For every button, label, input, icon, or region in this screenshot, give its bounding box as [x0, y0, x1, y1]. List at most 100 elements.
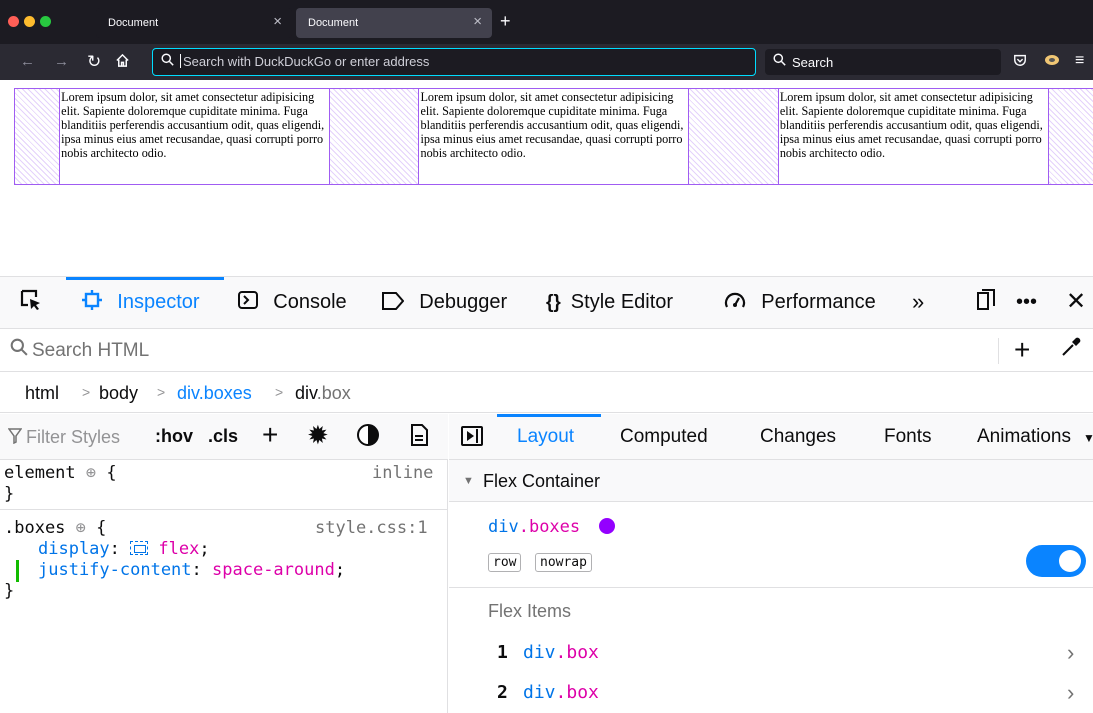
toggle-sidebar-icon[interactable]	[461, 426, 483, 446]
rule-close-brace: }	[4, 581, 15, 601]
eyedropper-icon[interactable]	[1060, 336, 1082, 365]
tab-performance[interactable]: Performance	[724, 289, 876, 316]
flexbox-overlay-toggle[interactable]	[1026, 545, 1086, 577]
add-rule-icon[interactable]: +	[262, 419, 278, 451]
filter-styles-input[interactable]: Filter Styles	[26, 427, 144, 448]
flex-container-header[interactable]: ▼ Flex Container	[449, 460, 1093, 502]
search-bar[interactable]: Search	[765, 49, 1001, 75]
changed-declaration-marker	[16, 560, 19, 582]
minimize-window-button[interactable]	[24, 16, 35, 27]
breadcrumb-div-box[interactable]: div.box	[295, 383, 351, 404]
tab-fonts[interactable]: Fonts	[884, 426, 932, 448]
chevron-down-icon[interactable]: ▼	[1083, 431, 1093, 445]
browser-tab-active[interactable]: Document ×	[296, 8, 492, 38]
item-selector: div.box	[523, 642, 599, 663]
rules-toolbar: Filter Styles :hov .cls + ✹	[0, 414, 448, 460]
flex-container-boxes: Lorem ipsum dolor, sit amet consectetur …	[14, 88, 1093, 185]
breadcrumb: html > body > div.boxes > div.box	[0, 373, 1093, 413]
breadcrumb-div-boxes[interactable]: div.boxes	[177, 383, 252, 404]
search-input[interactable]: Search	[792, 55, 833, 70]
search-html-input[interactable]: Search HTML	[32, 340, 149, 362]
extension-icon[interactable]	[1044, 53, 1060, 70]
chevron-right-icon: >	[157, 384, 166, 400]
pocket-icon[interactable]	[1013, 53, 1027, 70]
back-arrow-icon[interactable]: ←	[20, 53, 35, 71]
home-icon[interactable]	[115, 53, 130, 73]
list-item[interactable]: 2 div.box ›	[449, 674, 1093, 713]
toggle-pseudo-classes-button[interactable]: :hov	[155, 426, 193, 447]
active-tab-indicator	[497, 414, 601, 417]
devtools-panel: Inspector Console Debugger {} Style Edito…	[0, 276, 1093, 713]
flex-container-row: div.boxes row nowrap	[449, 502, 1093, 588]
rule-gear-icon: ⊕	[75, 518, 86, 538]
forward-arrow-icon[interactable]: →	[54, 53, 69, 71]
tab-debugger[interactable]: Debugger	[382, 289, 507, 316]
address-input[interactable]: Search with DuckDuckGo or enter address	[180, 54, 429, 69]
chevron-right-icon: >	[82, 384, 91, 400]
zoom-window-button[interactable]	[40, 16, 51, 27]
inspector-icon	[82, 290, 107, 313]
dock-side-icon[interactable]	[976, 289, 996, 318]
item-number: 1	[497, 642, 508, 663]
highlight-color-swatch[interactable]	[599, 518, 615, 534]
tab-title: Document	[308, 17, 359, 29]
address-bar[interactable]: Search with DuckDuckGo or enter address	[152, 48, 756, 76]
filter-icon	[7, 428, 23, 449]
browser-titlebar: Document × Document × +	[0, 0, 1093, 44]
flexbox-highlighter-icon[interactable]	[130, 541, 149, 555]
search-icon	[773, 53, 786, 69]
search-html-bar: Search HTML +	[0, 330, 1093, 372]
container-selector[interactable]: div.boxes	[488, 517, 580, 537]
dark-mode-icon[interactable]	[357, 424, 379, 446]
tab-computed[interactable]: Computed	[620, 426, 708, 448]
search-icon	[161, 53, 174, 69]
tab-style-editor[interactable]: {} Style Editor	[546, 289, 673, 316]
divider	[0, 509, 448, 510]
flex-item-box: Lorem ipsum dolor, sit amet consectetur …	[59, 88, 331, 185]
flex-wrap-badge: nowrap	[535, 553, 592, 572]
close-window-button[interactable]	[8, 16, 19, 27]
print-media-icon[interactable]	[410, 424, 428, 452]
tab-console[interactable]: Console	[238, 289, 347, 316]
tab-animations[interactable]: Animations	[977, 426, 1085, 448]
rule-gear-icon: ⊕	[85, 463, 97, 483]
rule-source-link[interactable]: style.css:1	[315, 518, 428, 538]
declaration-justify-content[interactable]: justify-content: space-around;	[38, 560, 345, 581]
section-title: Flex Container	[483, 471, 601, 491]
breadcrumb-html[interactable]: html	[25, 383, 59, 404]
active-tab-indicator	[66, 277, 224, 280]
rules-pane: Filter Styles :hov .cls + ✹ element ⊕ { …	[0, 414, 448, 713]
close-tab-icon[interactable]: ×	[273, 13, 282, 30]
devtools-toolbar: Inspector Console Debugger {} Style Edito…	[0, 277, 1093, 329]
tab-title: Document	[108, 17, 159, 29]
element-rule-selector: element ⊕ {	[4, 463, 117, 483]
tab-changes[interactable]: Changes	[760, 426, 836, 448]
item-number: 2	[497, 682, 508, 703]
tab-inspector[interactable]: Inspector	[82, 289, 200, 316]
flex-direction-badge: row	[488, 553, 522, 572]
console-icon	[238, 291, 263, 313]
flex-items-title: Flex Items	[488, 601, 572, 621]
more-options-icon[interactable]: •••	[1016, 289, 1037, 315]
declaration-display[interactable]: display: flex;	[38, 539, 210, 560]
divider	[998, 338, 999, 364]
page-content: Lorem ipsum dolor, sit amet consectetur …	[0, 80, 1093, 276]
reload-icon[interactable]: ↻	[87, 53, 101, 71]
new-tab-button[interactable]: +	[500, 12, 511, 30]
tab-layout[interactable]: Layout	[517, 426, 574, 448]
add-node-icon[interactable]: +	[1014, 334, 1030, 366]
light-mode-sun-icon[interactable]: ✹	[307, 420, 329, 451]
chevron-right-icon: ›	[1067, 680, 1075, 705]
rule-source-link[interactable]: inline	[372, 463, 433, 483]
collapse-triangle-icon[interactable]: ▼	[463, 475, 474, 487]
more-tools-chevron-icon[interactable]: »	[912, 289, 924, 315]
breadcrumb-body[interactable]: body	[99, 383, 138, 404]
list-item[interactable]: 1 div.box ›	[449, 634, 1093, 674]
layout-sidebar: Layout Computed Changes Fonts Animations…	[449, 414, 1093, 713]
element-picker-icon[interactable]	[20, 289, 42, 318]
hamburger-menu-icon[interactable]: ≡	[1075, 53, 1084, 69]
browser-tab[interactable]: Document ×	[96, 8, 292, 38]
close-tab-icon[interactable]: ×	[473, 13, 482, 30]
toggle-classes-button[interactable]: .cls	[208, 426, 238, 447]
close-devtools-icon[interactable]: ✕	[1066, 289, 1086, 315]
